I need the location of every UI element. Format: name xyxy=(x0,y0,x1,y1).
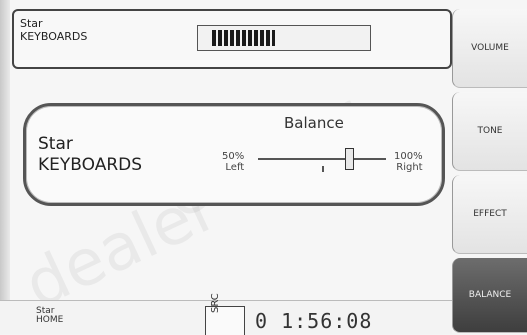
source-line-1: Star xyxy=(20,17,43,30)
balance-panel: Star KEYBOARDS Balance 50% Left 100% Rig… xyxy=(23,103,445,206)
home-label: Star HOME xyxy=(36,307,63,325)
balance-button[interactable]: BALANCE xyxy=(452,258,527,333)
effect-button[interactable]: EFFECT xyxy=(452,175,527,254)
status-bar: Star HOME SRC 0 1:56:08 xyxy=(0,293,452,335)
left-edge xyxy=(0,0,10,300)
source-tab-text: SRC xyxy=(210,293,221,313)
balance-right-percent: 100% xyxy=(394,151,423,162)
balance-left-text: Left xyxy=(225,162,245,173)
screen: dealer center Star KEYBOARDS Star KEYBOA… xyxy=(0,0,527,335)
level-meter-fill xyxy=(212,30,275,46)
balance-right-text: Right xyxy=(396,162,423,173)
clock: 0 1:56:08 xyxy=(255,309,373,333)
source-label: Star KEYBOARDS xyxy=(20,17,87,43)
balance-left-label: 50% Left xyxy=(222,151,244,173)
sound-name-line-2: KEYBOARDS xyxy=(38,155,143,175)
sound-name: Star KEYBOARDS xyxy=(38,134,142,176)
balance-right-label: 100% Right xyxy=(394,151,423,173)
source-tab[interactable]: SRC xyxy=(205,293,245,335)
balance-title: Balance xyxy=(284,114,344,132)
balance-slider-thumb[interactable] xyxy=(345,148,354,170)
tone-button[interactable]: TONE xyxy=(452,92,527,171)
balance-slider-track[interactable] xyxy=(258,158,386,160)
home-line-2: HOME xyxy=(36,315,64,325)
sound-name-line-1: Star xyxy=(38,134,73,154)
source-header: Star KEYBOARDS xyxy=(12,9,452,69)
balance-slider-center-mark xyxy=(322,166,324,172)
source-line-2: KEYBOARDS xyxy=(20,30,88,43)
balance-left-percent: 50% xyxy=(222,151,245,162)
level-meter xyxy=(197,25,371,51)
volume-button[interactable]: VOLUME xyxy=(452,9,527,88)
